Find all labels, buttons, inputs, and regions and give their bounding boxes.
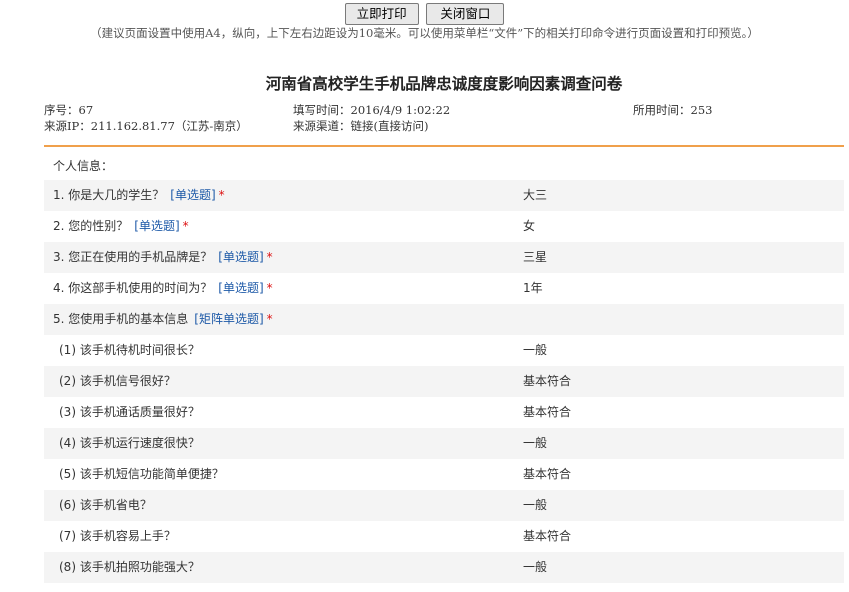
section-header: 个人信息： — [44, 152, 844, 180]
question-row: 2. 您的性别？ [单选题] * 女 — [44, 211, 844, 242]
answer-value: 一般 — [523, 498, 548, 512]
matrix-item-text: (2) 该手机信号很好？ — [59, 374, 176, 388]
section-title: 个人信息： — [53, 159, 114, 173]
answer-value: 一般 — [523, 343, 548, 357]
matrix-row: (5) 该手机短信功能简单便捷？ 基本符合 — [44, 459, 844, 490]
question-type-tag: [矩阵单选题] — [194, 312, 264, 326]
matrix-row: (8) 该手机拍照功能强大？ 一般 — [44, 552, 844, 583]
answer-value: 一般 — [523, 560, 548, 574]
answer-list: 个人信息： 1. 你是大几的学生？ [单选题] * 大三 2. 您的性别？ [单选题]… — [44, 152, 844, 583]
fill-time: 填写时间：2016/4/9 1:02:22 — [293, 103, 451, 117]
source-ip: 来源IP：211.162.81.77（江苏-南京） — [44, 119, 248, 133]
matrix-row: (4) 该手机运行速度很快？ 一般 — [44, 428, 844, 459]
question-row: 4. 你这部手机使用的时间为？ [单选题] * 1年 — [44, 273, 844, 304]
question-text: 1. 你是大几的学生？ [单选题] * — [53, 188, 225, 202]
source-channel: 来源渠道：链接(直接访问) — [293, 119, 429, 133]
question-type-tag: [单选题] — [170, 188, 216, 202]
question-type-tag: [单选题] — [134, 219, 180, 233]
matrix-item-text: (6) 该手机省电？ — [59, 498, 152, 512]
matrix-row: (7) 该手机容易上手？ 基本符合 — [44, 521, 844, 552]
answer-value: 1年 — [523, 281, 543, 295]
answer-value: 基本符合 — [523, 405, 572, 419]
required-star: * — [218, 188, 225, 202]
required-star: * — [266, 281, 273, 295]
serial-number: 序号：67 — [44, 103, 94, 117]
answer-value: 基本符合 — [523, 467, 572, 481]
question-type-tag: [单选题] — [218, 250, 264, 264]
required-star: * — [266, 312, 273, 326]
question-row: 1. 你是大几的学生？ [单选题] * 大三 — [44, 180, 844, 211]
print-now-button[interactable]: 立即打印 — [344, 3, 419, 25]
matrix-row: (3) 该手机通话质量很好？ 基本符合 — [44, 397, 844, 428]
matrix-row: (1) 该手机待机时间很长？ 一般 — [44, 335, 844, 366]
answer-value: 基本符合 — [523, 374, 572, 388]
matrix-item-text: (5) 该手机短信功能简单便捷？ — [59, 467, 224, 481]
question-row: 5. 您使用手机的基本信息 [矩阵单选题] * — [44, 304, 844, 335]
question-type-tag: [单选题] — [218, 281, 264, 295]
question-row: 3. 您正在使用的手机品牌是？ [单选题] * 三星 — [44, 242, 844, 273]
matrix-item-text: (3) 该手机通话质量很好？ — [59, 405, 200, 419]
time-used: 所用时间：253 — [633, 103, 713, 117]
print-tip: （建议页面设置中使用A4，纵向，上下左右边距设为10毫米。可以使用菜单栏“文件”… — [90, 26, 759, 40]
answer-value: 女 — [523, 219, 536, 233]
question-text: 3. 您正在使用的手机品牌是？ [单选题] * — [53, 250, 273, 264]
matrix-item-text: (4) 该手机运行速度很快？ — [59, 436, 200, 450]
answer-value: 基本符合 — [523, 529, 572, 543]
toolbar: 立即打印 关闭窗口 — [0, 3, 849, 25]
matrix-item-text: (1) 该手机待机时间很长？ — [59, 343, 200, 357]
required-star: * — [266, 250, 273, 264]
answer-value: 三星 — [523, 250, 548, 264]
matrix-item-text: (7) 该手机容易上手？ — [59, 529, 176, 543]
close-window-button[interactable]: 关闭窗口 — [426, 3, 505, 25]
matrix-row: (6) 该手机省电？ 一般 — [44, 490, 844, 521]
page-title: 河南省高校学生手机品牌忠诚度度影响因素调查问卷 — [265, 75, 623, 93]
question-text: 2. 您的性别？ [单选题] * — [53, 219, 189, 233]
question-text: 4. 你这部手机使用的时间为？ [单选题] * — [53, 281, 273, 295]
answer-value: 大三 — [523, 188, 548, 202]
matrix-item-text: (8) 该手机拍照功能强大？ — [59, 560, 200, 574]
matrix-row: (2) 该手机信号很好？ 基本符合 — [44, 366, 844, 397]
divider — [44, 145, 844, 147]
answer-value: 一般 — [523, 436, 548, 450]
question-text: 5. 您使用手机的基本信息 [矩阵单选题] * — [53, 312, 273, 326]
required-star: * — [182, 219, 189, 233]
